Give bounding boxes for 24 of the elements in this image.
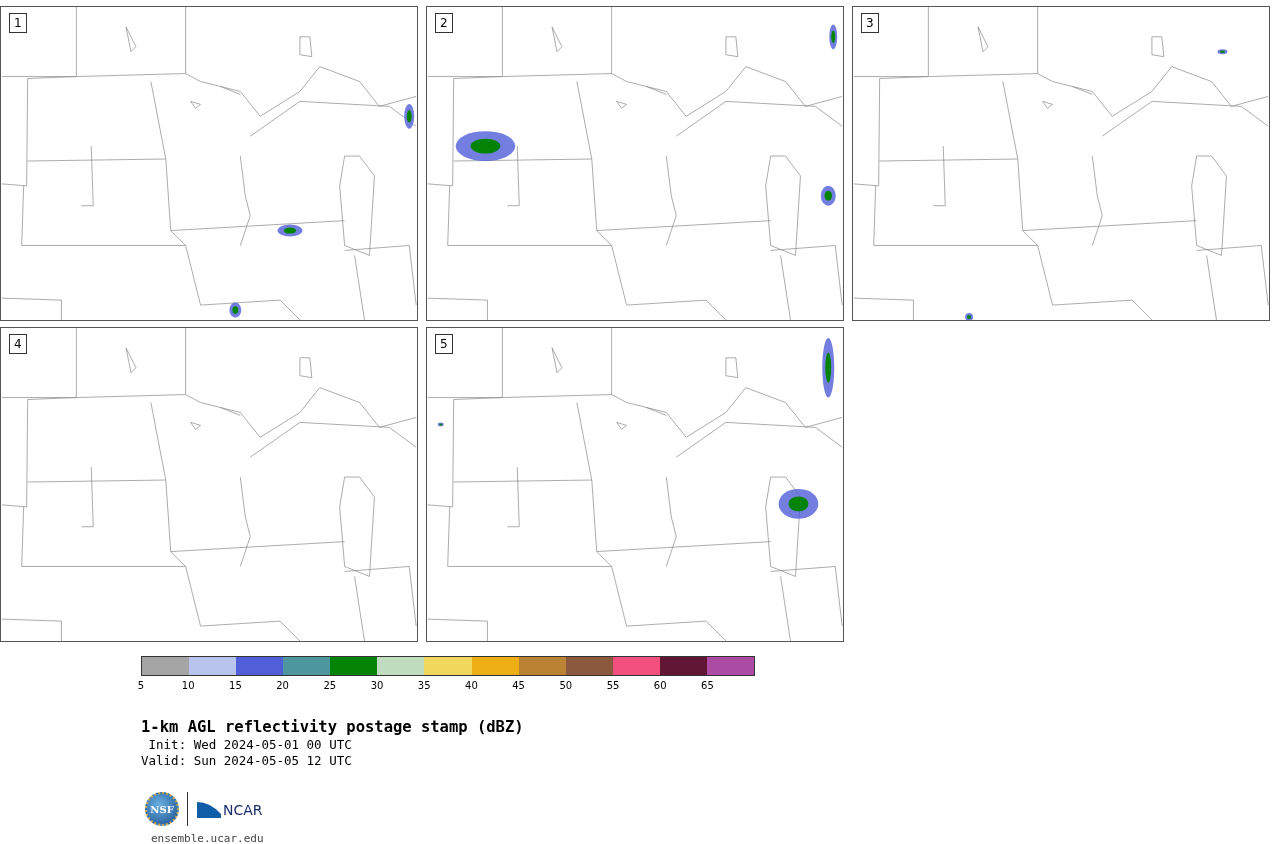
tick-label: 15 <box>229 680 242 691</box>
panel-number: 4 <box>9 334 27 354</box>
valid-time: Valid: Sun 2024-05-05 12 UTC <box>141 753 353 768</box>
site-url: ensemble.ucar.edu <box>151 832 265 844</box>
tick-label: 35 <box>417 680 431 691</box>
chart-title: 1-km AGL reflectivity postage stamp (dBZ) <box>141 718 525 736</box>
tick-label: 5 <box>137 680 145 691</box>
panel-number: 3 <box>861 13 879 33</box>
tick-label: 40 <box>465 680 478 691</box>
tick-label: 55 <box>606 680 620 691</box>
tick-label: 10 <box>181 680 195 691</box>
panel-number: 2 <box>435 13 453 33</box>
panel-number: 1 <box>9 13 27 33</box>
tick-label: 65 <box>701 680 714 691</box>
tick-label: 30 <box>370 680 384 691</box>
tick-label: 45 <box>512 680 525 691</box>
tick-label: 50 <box>559 680 573 691</box>
panel-number: 5 <box>435 334 453 354</box>
nsf-logo: NSF <box>145 792 179 826</box>
init-time: Init: Wed 2024-05-01 00 UTC <box>147 737 353 752</box>
tick-label: 20 <box>276 680 289 691</box>
tick-label: 25 <box>323 680 337 691</box>
ncar-logo: NCAR <box>196 800 263 818</box>
tick-label: 60 <box>653 680 667 691</box>
